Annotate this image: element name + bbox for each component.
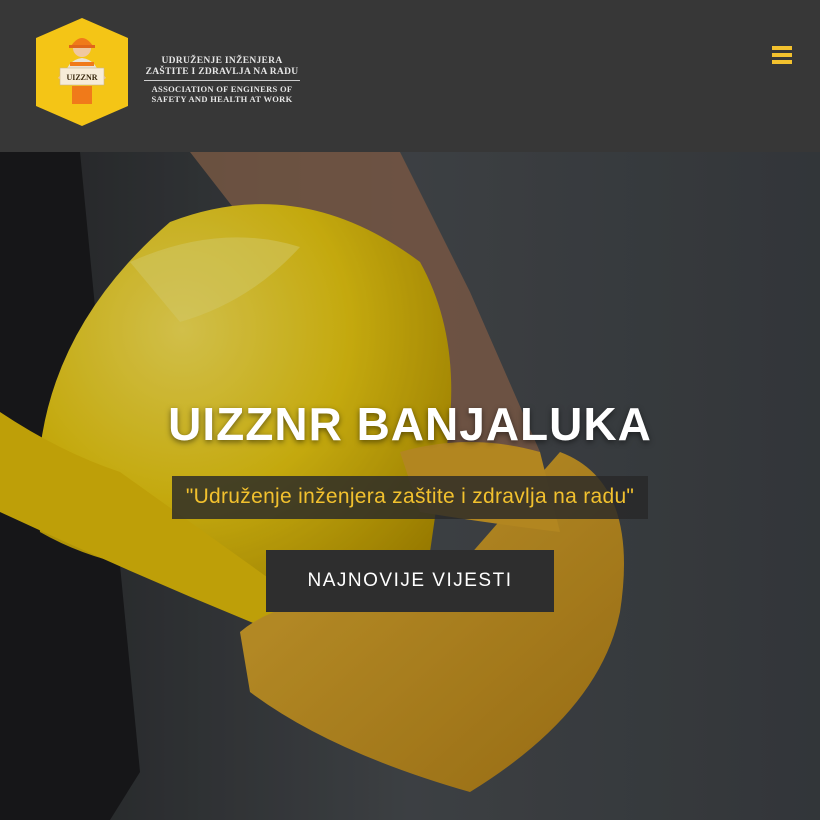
latest-news-button[interactable]: NAJNOVIJE VIJESTI (266, 550, 554, 612)
hero-subtitle: "Udruženje inženjera zaštite i zdravlja … (171, 476, 649, 519)
logo-line-4: SAFETY AND HEALTH AT WORK (151, 94, 293, 104)
logo-badge-text: UIZZNR (66, 73, 97, 82)
logo-line-3: ASSOCIATION OF ENGINERS OF (151, 84, 293, 94)
logo-line-1: UDRUŽENJE INŽENJERA (161, 56, 283, 66)
menu-bar-middle (772, 53, 792, 57)
menu-bar-top (772, 46, 792, 50)
logo-wordmark[interactable]: UDRUŽENJE INŽENJERA ZAŠTITE I ZDRAVLJA N… (144, 56, 300, 104)
logo-badge[interactable]: UIZZNR (36, 18, 128, 126)
menu-bar-bottom (772, 60, 792, 64)
hamburger-menu-icon[interactable] (772, 46, 794, 68)
hero-subtitle-wrapper: "Udruženje inženjera zaštite i zdravlja … (0, 476, 820, 519)
site-header: UIZZNR UDRUŽENJE INŽENJERA ZAŠTITE I ZDR… (0, 0, 820, 152)
logo-divider (144, 80, 300, 81)
hero-section: UIZZNR BANJALUKA "Udruženje inženjera za… (0, 152, 820, 820)
hero-title: UIZZNR BANJALUKA (168, 398, 652, 450)
logo-line-2: ZAŠTITE I ZDRAVLJA NA RADU (145, 67, 299, 77)
page: UIZZNR UDRUŽENJE INŽENJERA ZAŠTITE I ZDR… (0, 0, 820, 820)
